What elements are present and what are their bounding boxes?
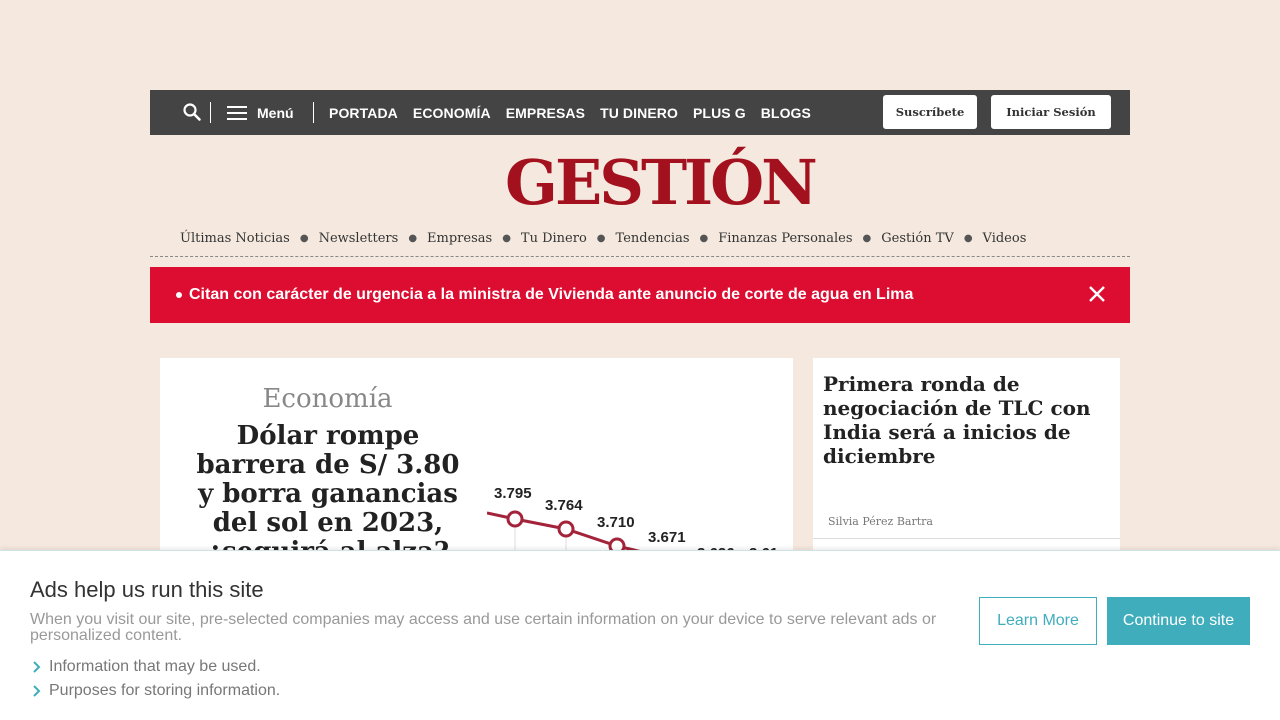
site-logo[interactable]: GESTIÓN (505, 150, 818, 216)
chart-label: 3.795 (494, 485, 532, 502)
breaking-news-banner: Citan con carácter de urgencia a la mini… (150, 267, 1130, 323)
continue-to-site-button[interactable]: Continue to site (1107, 597, 1250, 645)
subnav-item-empresas[interactable]: Empresas (427, 231, 492, 246)
separator-dot: ● (862, 232, 872, 244)
subnav-item-videos[interactable]: Videos (983, 231, 1027, 246)
subnav-item-finanzas-personales[interactable]: Finanzas Personales (718, 231, 852, 246)
nav-link-economia[interactable]: ECONOMÍA (413, 105, 491, 121)
nav-link-blogs[interactable]: BLOGS (761, 105, 811, 121)
consent-heading: Ads help us run this site (30, 577, 264, 602)
nav-link-tu-dinero[interactable]: TU DINERO (600, 105, 678, 121)
side-article-title[interactable]: Primera ronda de negociación de TLC con … (823, 372, 1113, 468)
subnav-item-tendencias[interactable]: Tendencias (616, 231, 690, 246)
article-section[interactable]: Economía (160, 384, 495, 414)
side-article-author[interactable]: Silvia Pérez Bartra (828, 515, 933, 528)
subnav-item-ultimas-noticias[interactable]: Últimas Noticias (180, 231, 290, 246)
consent-description: When you visit our site, pre-selected co… (30, 611, 937, 644)
subnav-item-newsletters[interactable]: Newsletters (319, 231, 399, 246)
search-icon[interactable] (182, 102, 202, 122)
consent-item-purposes[interactable]: Purposes for storing information. (30, 682, 280, 700)
top-nav-bar: Menú PORTADA ECONOMÍA EMPRESAS TU DINERO… (150, 90, 1130, 135)
nav-link-plus-g[interactable]: PLUS G (693, 105, 746, 121)
ad-consent-banner: Ads help us run this site When you visit… (0, 550, 1280, 720)
login-button[interactable]: Iniciar Sesión (991, 95, 1111, 129)
subnav-item-gestion-tv[interactable]: Gestión TV (881, 231, 954, 246)
consent-item-label: Purposes for storing information. (49, 682, 281, 699)
chevron-right-icon (30, 660, 44, 674)
bullet-icon (176, 292, 182, 298)
separator-dot: ● (699, 232, 709, 244)
main-nav: PORTADA ECONOMÍA EMPRESAS TU DINERO PLUS… (329, 90, 811, 135)
hamburger-icon (227, 105, 247, 120)
separator-dot: ● (596, 232, 606, 244)
learn-more-button[interactable]: Learn More (979, 597, 1097, 645)
divider (813, 538, 1120, 539)
consent-item-information[interactable]: Information that may be used. (30, 658, 261, 676)
breaking-headline[interactable]: Citan con carácter de urgencia a la mini… (189, 286, 913, 304)
separator-dot: ● (502, 232, 511, 244)
secondary-nav: Últimas Noticias ● Newsletters ● Empresa… (180, 228, 1026, 248)
subnav-item-tu-dinero[interactable]: Tu Dinero (521, 231, 587, 246)
chart-label: 3.671 (648, 529, 686, 546)
divider (313, 102, 314, 123)
chart-point (506, 510, 524, 528)
dashed-divider (150, 256, 1130, 257)
chart-label: 3.710 (597, 514, 635, 531)
chevron-right-icon (30, 684, 44, 698)
menu-label: Menú (257, 104, 294, 121)
consent-item-label: Information that may be used. (49, 658, 261, 675)
menu-button[interactable]: Menú (227, 102, 294, 123)
chart-label: 3.764 (545, 497, 583, 514)
separator-dot: ● (408, 232, 418, 244)
divider (210, 102, 211, 123)
nav-link-empresas[interactable]: EMPRESAS (506, 105, 585, 121)
nav-link-portada[interactable]: PORTADA (329, 105, 398, 121)
subscribe-button[interactable]: Suscríbete (883, 95, 977, 129)
separator-dot: ● (299, 232, 309, 244)
close-icon[interactable] (1088, 285, 1106, 303)
article-title[interactable]: Dólar rompe barrera de S/ 3.80 y borra g… (188, 422, 468, 567)
chart-point (557, 520, 575, 538)
separator-dot: ● (963, 232, 973, 244)
